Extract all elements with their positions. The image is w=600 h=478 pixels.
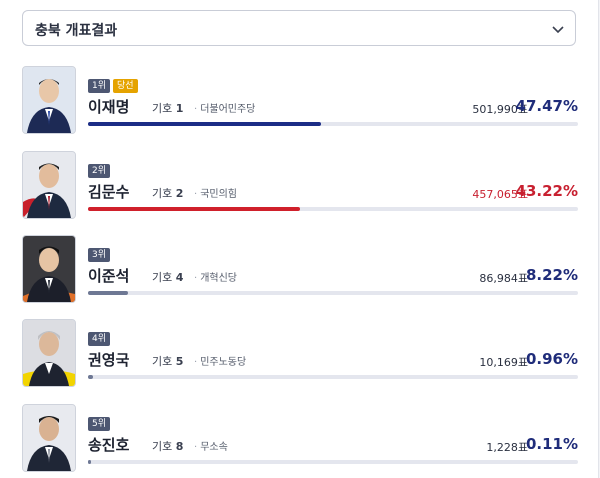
vote-share-bar — [88, 375, 578, 379]
candidate-number: 기호 5 — [152, 355, 184, 368]
candidate-row[interactable]: 1위 당선 이재명 기호 1 · 더불어민주당 501,990표 47.47% — [22, 66, 578, 136]
rank-badge: 3위 — [88, 248, 111, 262]
rank-badge: 2위 — [88, 164, 111, 178]
candidate-photo — [22, 319, 76, 387]
party-name: · 개혁신당 — [194, 273, 237, 284]
vote-percent: 0.96% — [525, 350, 578, 368]
results-panel: 충북 개표결과 1위 당선 이재명 기호 1 · 더불어민주당 501,990표 4… — [0, 0, 599, 478]
candidate-name: 이재명 — [88, 98, 130, 116]
candidate-row[interactable]: 2위 김문수 기호 2 · 국민의힘 457,065표 43.22% — [22, 151, 578, 221]
vote-count: 86,984표 — [479, 272, 528, 285]
elected-badge: 당선 — [113, 79, 138, 93]
candidate-name: 김문수 — [88, 183, 130, 201]
party-name: · 국민의힘 — [194, 189, 237, 200]
candidate-number: 기호 1 — [152, 102, 184, 115]
vote-share-fill — [88, 122, 321, 126]
vote-count: 1,228표 — [486, 441, 528, 454]
vote-percent: 47.47% — [515, 97, 578, 115]
vote-share-fill — [88, 375, 93, 379]
candidate-photo — [22, 66, 76, 134]
candidate-name: 이준석 — [88, 267, 130, 285]
rank-badge: 5위 — [88, 417, 111, 431]
region-select[interactable]: 충북 개표결과 — [22, 10, 576, 46]
candidate-photo — [22, 151, 76, 219]
vote-percent: 8.22% — [525, 266, 578, 284]
candidate-number: 기호 2 — [152, 187, 184, 200]
candidate-name: 권영국 — [88, 351, 130, 369]
vote-share-bar — [88, 207, 578, 211]
candidate-number: 기호 8 — [152, 440, 184, 453]
candidate-number: 기호 4 — [152, 271, 184, 284]
vote-share-bar — [88, 291, 578, 295]
candidate-row[interactable]: 5위 송진호 기호 8 · 무소속 1,228표 0.11% — [22, 404, 578, 474]
candidate-photo — [22, 404, 76, 472]
rank-badge: 4위 — [88, 332, 111, 346]
region-select-label: 충북 개표결과 — [35, 23, 118, 39]
chevron-down-icon — [552, 26, 564, 34]
vote-share-fill — [88, 460, 91, 464]
vote-share-bar — [88, 122, 578, 126]
candidate-name: 송진호 — [88, 436, 130, 454]
candidate-photo — [22, 235, 76, 303]
party-name: · 민주노동당 — [194, 357, 247, 368]
candidate-row[interactable]: 3위 이준석 기호 4 · 개혁신당 86,984표 8.22% — [22, 235, 578, 305]
vote-share-bar — [88, 460, 578, 464]
vote-percent: 0.11% — [525, 435, 578, 453]
vote-count: 10,169표 — [479, 356, 528, 369]
rank-badge: 1위 — [88, 79, 111, 93]
vote-percent: 43.22% — [515, 182, 578, 200]
vote-share-fill — [88, 291, 129, 295]
candidate-row[interactable]: 4위 권영국 기호 5 · 민주노동당 10,169표 0.96% — [22, 319, 578, 389]
party-name: · 더불어민주당 — [194, 104, 256, 115]
vote-share-fill — [88, 207, 300, 211]
party-name: · 무소속 — [194, 442, 228, 453]
